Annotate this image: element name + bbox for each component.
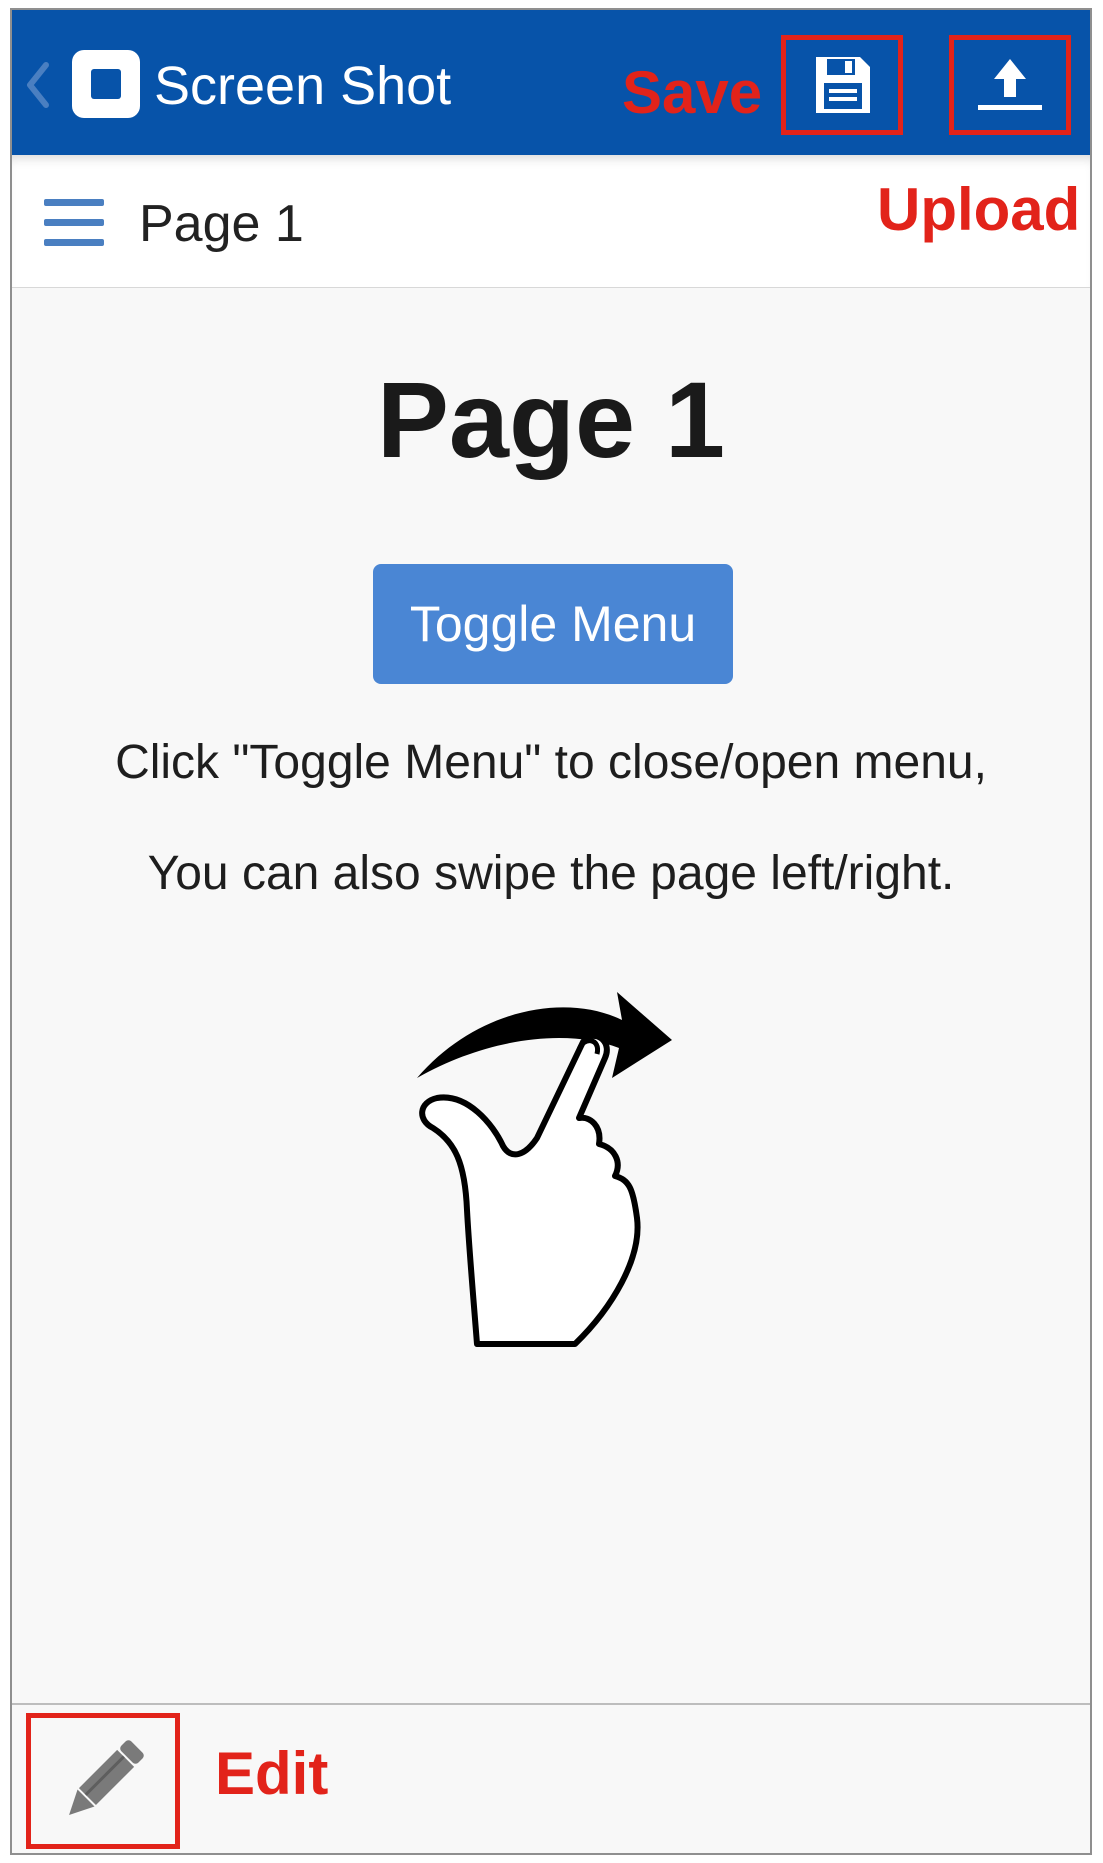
edit-highlight-box bbox=[26, 1713, 180, 1849]
instruction-text-2: You can also swipe the page left/right. bbox=[147, 847, 955, 900]
app-window: Screen Shot Save Page 1 Upload Page 1 To… bbox=[10, 8, 1092, 1855]
upload-annotation-label: Upload bbox=[877, 176, 1081, 243]
toggle-menu-button[interactable]: Toggle Menu bbox=[373, 564, 733, 684]
header-page-title: Page 1 bbox=[139, 195, 304, 253]
page-heading: Page 1 bbox=[376, 359, 726, 480]
footer-bar: Edit bbox=[12, 1703, 1090, 1853]
hamburger-menu-icon[interactable] bbox=[44, 199, 104, 249]
app-title: Screen Shot bbox=[154, 56, 452, 116]
chevron-left-icon[interactable] bbox=[18, 55, 58, 115]
save-highlight-box bbox=[781, 35, 903, 135]
instruction-text-1: Click "Toggle Menu" to close/open menu, bbox=[115, 736, 987, 789]
save-annotation-label: Save bbox=[622, 59, 763, 126]
app-icon bbox=[72, 50, 140, 118]
page-header: Page 1 Upload bbox=[12, 155, 1090, 288]
swipe-gesture-icon bbox=[417, 992, 672, 1347]
edit-annotation-label: Edit bbox=[215, 1740, 329, 1807]
upload-highlight-box bbox=[949, 35, 1071, 135]
title-bar: Screen Shot Save bbox=[12, 10, 1090, 155]
